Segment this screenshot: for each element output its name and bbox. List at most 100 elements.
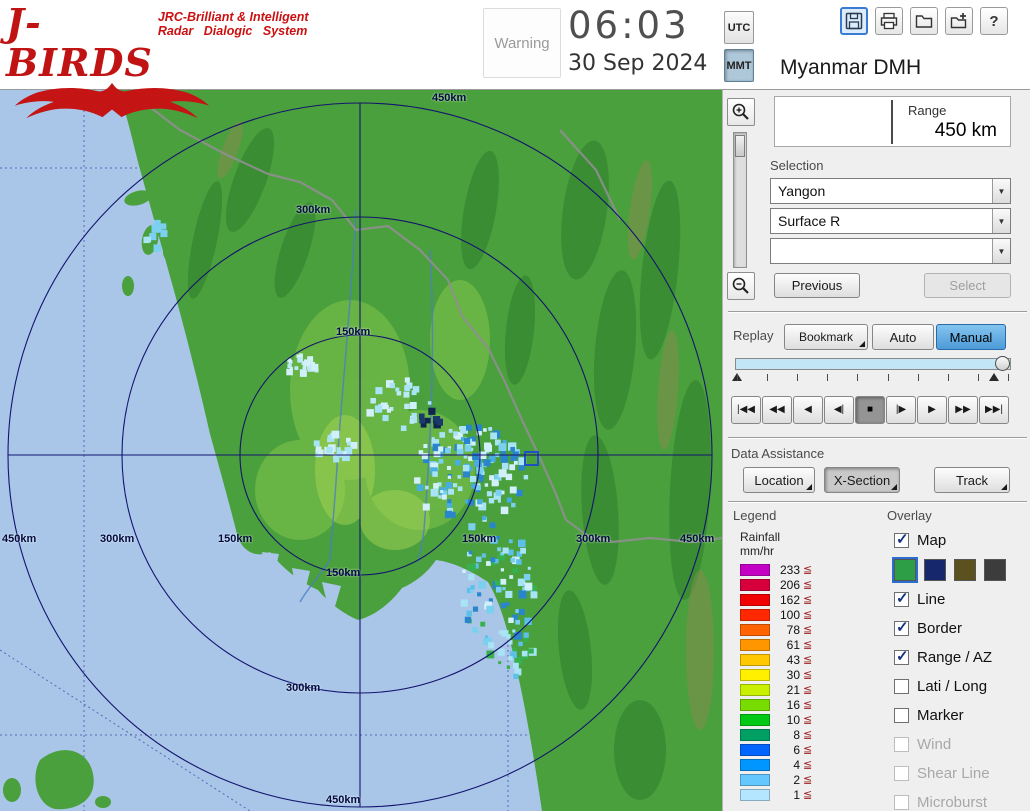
help-button[interactable]: ? <box>980 7 1008 35</box>
product-select[interactable]: Surface R ▼ <box>770 208 1011 234</box>
checkbox[interactable] <box>894 679 909 694</box>
print-icon <box>879 11 899 31</box>
overlay-item-marker[interactable]: Marker <box>894 701 1028 730</box>
skip-first-button[interactable]: |◀◀ <box>731 396 761 424</box>
add-folder-button[interactable] <box>945 7 973 35</box>
checkbox[interactable] <box>894 708 909 723</box>
range-ring-label: 450km <box>326 794 360 806</box>
bookmark-button[interactable]: Bookmark <box>784 324 868 350</box>
overlay-item-label: Line <box>917 591 945 608</box>
basemap <box>0 90 722 811</box>
utc-button[interactable]: UTC <box>724 11 754 44</box>
legend-value: 2 <box>774 773 800 787</box>
legend-value: 30 <box>774 668 800 682</box>
legend-color-swatch <box>740 639 770 651</box>
option-select[interactable]: ▼ <box>770 238 1011 264</box>
checkbox[interactable] <box>894 533 909 548</box>
range-ring-label: 150km <box>462 533 496 545</box>
zoom-in-icon <box>731 102 751 122</box>
zoom-in-button[interactable] <box>727 98 755 126</box>
play-backward-button[interactable]: ◀ <box>793 396 823 424</box>
play-button[interactable]: ▶ <box>917 396 947 424</box>
legend-value: 21 <box>774 683 800 697</box>
legend-color-swatch <box>740 669 770 681</box>
separator <box>728 501 1027 503</box>
step-forward-button[interactable]: |▶ <box>886 396 916 424</box>
map-style-swatches <box>894 555 1028 585</box>
overlay-item-microburst: Microburst <box>894 788 1028 811</box>
skip-last-button[interactable]: ▶▶| <box>979 396 1009 424</box>
overlay-item-map[interactable]: Map <box>894 526 1028 555</box>
legend-lte-symbol: ≦ <box>803 563 812 576</box>
separator <box>728 437 1027 439</box>
radar-map[interactable]: 450km300km150km150km300km450km450km300km… <box>0 90 722 811</box>
legend-scale: 233≦206≦162≦100≦78≦61≦43≦30≦21≦16≦10≦8≦6… <box>740 562 812 802</box>
legend-color-swatch <box>740 579 770 591</box>
range-ring-label: 150km <box>218 533 252 545</box>
overlay-item-lati-long[interactable]: Lati / Long <box>894 672 1028 701</box>
mmt-button[interactable]: MMT <box>724 49 754 82</box>
overlay-item-label: Wind <box>917 736 951 753</box>
overlay-item-line[interactable]: Line <box>894 585 1028 614</box>
map-style-swatch[interactable] <box>894 559 916 581</box>
overlay-item-range-az[interactable]: Range / AZ <box>894 643 1028 672</box>
overlay-title: Overlay <box>887 508 932 523</box>
fast-rewind-button[interactable]: ◀◀ <box>762 396 792 424</box>
clock-time: 06:03 <box>568 5 738 47</box>
map-style-swatch[interactable] <box>924 559 946 581</box>
range-ring-label: 300km <box>286 682 320 694</box>
map-style-swatch[interactable] <box>954 559 976 581</box>
warning-button[interactable]: Warning <box>483 8 561 78</box>
zoom-out-button[interactable] <box>727 272 755 300</box>
zoom-slider[interactable] <box>733 132 747 268</box>
site-select[interactable]: Yangon ▼ <box>770 178 1011 204</box>
range-ring-label: 150km <box>336 326 370 338</box>
legend-color-swatch <box>740 609 770 621</box>
replay-timeline-slider[interactable] <box>735 358 1011 370</box>
print-button[interactable] <box>875 7 903 35</box>
data-assistance-label: Data Assistance <box>731 446 824 461</box>
option-select-value <box>771 239 992 263</box>
legend-lte-symbol: ≦ <box>803 713 812 726</box>
fast-forward-button[interactable]: ▶▶ <box>948 396 978 424</box>
open-folder-button[interactable] <box>910 7 938 35</box>
legend-color-swatch <box>740 699 770 711</box>
legend-row: 233≦ <box>740 562 812 577</box>
legend-color-swatch <box>740 624 770 636</box>
step-back-button[interactable]: ◀| <box>824 396 854 424</box>
timeline-thumb[interactable] <box>995 356 1010 371</box>
legend-lte-symbol: ≦ <box>803 743 812 756</box>
overlay-item-label: Marker <box>917 707 964 724</box>
chevron-down-icon[interactable]: ▼ <box>992 239 1010 263</box>
manual-mode-button[interactable]: Manual <box>936 324 1006 350</box>
checkbox[interactable] <box>894 592 909 607</box>
overlay-item-border[interactable]: Border <box>894 614 1028 643</box>
app-subtitle-line1: JRC-Brilliant & Intelligent <box>158 10 309 24</box>
range-label: Range <box>908 103 946 118</box>
range-ring-label: 300km <box>100 533 134 545</box>
legend-lte-symbol: ≦ <box>803 593 812 606</box>
auto-mode-button[interactable]: Auto <box>872 324 934 350</box>
map-style-swatch[interactable] <box>984 559 1006 581</box>
legend-unit-line1: Rainfall <box>740 530 780 544</box>
location-button[interactable]: Location <box>743 467 815 493</box>
toolbar: ? <box>840 7 1008 35</box>
checkbox <box>894 737 909 752</box>
range-ring-label: 300km <box>296 204 330 216</box>
track-button[interactable]: Track <box>934 467 1010 493</box>
legend-value: 10 <box>774 713 800 727</box>
chevron-down-icon[interactable]: ▼ <box>992 209 1010 233</box>
stop-button[interactable]: ■ <box>855 396 885 424</box>
overlay-item-label: Microburst <box>917 794 987 811</box>
replay-label: Replay <box>733 328 773 343</box>
save-button[interactable] <box>840 7 868 35</box>
x-section-button[interactable]: X-Section <box>824 467 900 493</box>
selection-label: Selection <box>770 158 823 173</box>
previous-button[interactable]: Previous <box>774 273 860 298</box>
chevron-down-icon[interactable]: ▼ <box>992 179 1010 203</box>
checkbox[interactable] <box>894 650 909 665</box>
legend-lte-symbol: ≦ <box>803 698 812 711</box>
legend-row: 1≦ <box>740 787 812 802</box>
checkbox[interactable] <box>894 621 909 636</box>
zoom-slider-thumb[interactable] <box>735 135 745 157</box>
